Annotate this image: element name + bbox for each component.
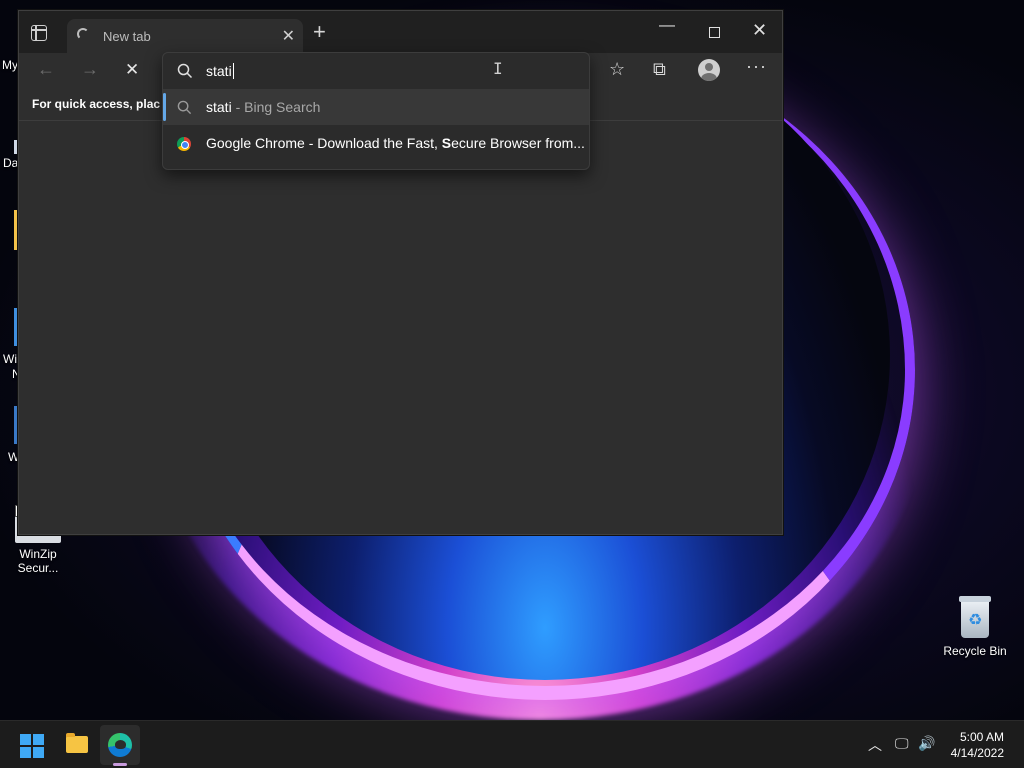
- search-icon: [177, 63, 193, 79]
- stop-loading-icon[interactable]: ✕: [125, 60, 139, 80]
- favorites-hint: For quick access, place y: [32, 97, 160, 111]
- volume-icon[interactable]: 🔊: [918, 735, 935, 752]
- desktop-icon-label-partial[interactable]: Wi: [3, 352, 17, 366]
- address-input[interactable]: stati I: [163, 53, 589, 89]
- collections-icon[interactable]: ⧉: [653, 59, 666, 80]
- clock-time: 5:00 AM: [959, 730, 1004, 744]
- address-bar-dropdown[interactable]: stati I stati - Bing Search Google Chrom…: [162, 52, 590, 170]
- tab-new-tab[interactable]: New tab ✕: [67, 19, 303, 53]
- chrome-icon: [177, 137, 191, 151]
- taskbar: ︿ 🖵 🔊 5:00 AM 4/14/2022: [0, 720, 1024, 768]
- text-caret: [232, 63, 234, 79]
- recycle-bin-icon: ♻: [957, 596, 993, 640]
- star-icon[interactable]: ☆: [609, 59, 625, 80]
- active-app-indicator: [113, 763, 127, 766]
- desktop-icon-label: Recycle Bin: [943, 644, 1007, 658]
- close-tab-icon[interactable]: ✕: [282, 26, 295, 46]
- edge-button[interactable]: [100, 725, 140, 765]
- arrow-right-icon[interactable]: →: [81, 59, 99, 80]
- close-window-icon[interactable]: ✕: [752, 20, 767, 41]
- desktop-icon-label-partial[interactable]: My: [2, 58, 18, 72]
- desktop-icon-recycle-bin[interactable]: ♻ Recycle Bin: [940, 596, 1010, 658]
- desktop-icon-label: WinZip Secur...: [17, 547, 59, 575]
- windows-start-icon[interactable]: [20, 734, 44, 758]
- edge-icon: [108, 733, 132, 757]
- suggestion-text: stati - Bing Search: [206, 99, 321, 115]
- text-cursor-icon: I: [493, 59, 503, 78]
- address-text: stati: [206, 63, 234, 79]
- search-icon: [177, 100, 192, 115]
- tab-title: New tab: [103, 29, 151, 44]
- loading-spinner-icon: [77, 28, 89, 40]
- tab-actions-icon[interactable]: [31, 25, 47, 41]
- clock-date: 4/14/2022: [950, 746, 1004, 760]
- minimize-icon[interactable]: —: [659, 17, 675, 35]
- arrow-left-icon[interactable]: ←: [37, 59, 55, 80]
- maximize-icon[interactable]: [709, 27, 720, 38]
- suggestion-google-chrome[interactable]: Google Chrome - Download the Fast, Secur…: [163, 125, 589, 161]
- desktop-icon-label-partial[interactable]: Da: [3, 156, 18, 170]
- suggestion-bing-search[interactable]: stati - Bing Search: [163, 89, 589, 125]
- plus-icon[interactable]: +: [313, 21, 326, 43]
- clock[interactable]: 5:00 AM 4/14/2022: [951, 729, 1004, 761]
- suggestion-text: Google Chrome - Download the Fast, Secur…: [206, 135, 585, 151]
- network-icon[interactable]: 🖵: [895, 735, 909, 752]
- ellipsis-icon[interactable]: ···: [746, 56, 767, 77]
- title-bar[interactable]: New tab ✕ + — ✕: [19, 11, 782, 53]
- avatar-icon[interactable]: [698, 59, 720, 81]
- chevron-up-icon[interactable]: ︿: [868, 735, 882, 755]
- file-explorer-button[interactable]: [56, 725, 96, 765]
- folder-icon: [66, 733, 88, 753]
